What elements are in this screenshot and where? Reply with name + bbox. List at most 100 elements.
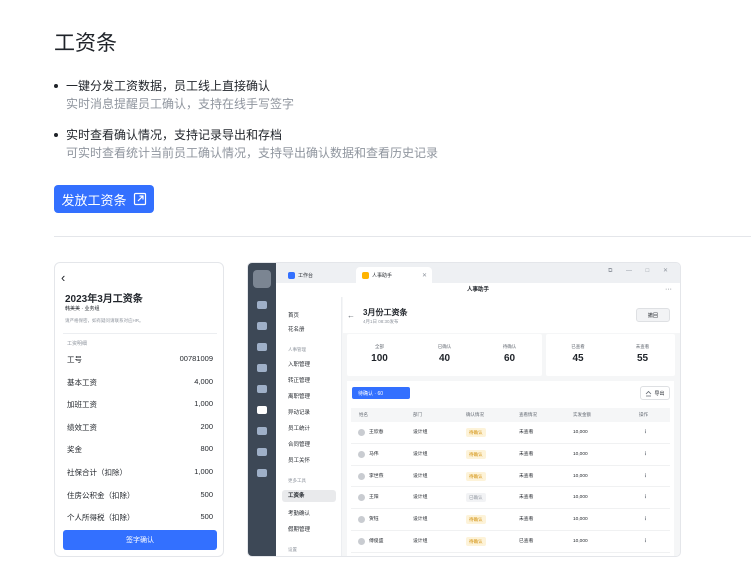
payslip-title: 2023年3月工资条 — [65, 294, 143, 305]
feature-list: 一键分发工资数据，员工线上直接确认 实时消息提醒员工确认，支持在线手写签字 实时… — [54, 78, 554, 176]
cell-amount: 10,000 — [573, 473, 588, 479]
org-chart-icon[interactable] — [257, 427, 267, 435]
issue-payslip-button[interactable]: 发放工资条 — [54, 185, 154, 213]
cell-amount: 10,000 — [573, 538, 588, 544]
stat-value: 45 — [572, 353, 584, 364]
more-vertical-icon[interactable]: ⋮ — [643, 509, 648, 531]
status-badge: 待确认 — [466, 471, 486, 481]
workspace-icon — [288, 271, 295, 279]
headset-icon[interactable] — [257, 343, 267, 351]
cell-view: 未查看 — [519, 517, 534, 523]
column-header: 确认情况 — [466, 412, 484, 417]
calendar-icon[interactable] — [257, 364, 267, 372]
table-row[interactable]: 傅俊盛 设计组 待确认 已查看 10,000 ⋮ — [351, 531, 670, 553]
cell-name: 马伟 — [369, 451, 379, 457]
recall-button[interactable]: 撤回 — [636, 308, 670, 322]
salary-value: 500 — [200, 489, 213, 499]
salary-value: 1,000 — [194, 466, 213, 476]
payslip-batch-title: 3月份工资条 — [363, 308, 408, 317]
salary-value: 00781009 — [179, 354, 213, 363]
salary-label: 基本工资 — [67, 377, 97, 387]
export-button[interactable]: 导出 — [640, 386, 670, 400]
avatar — [358, 429, 365, 436]
stat-pending: 待确认 60 — [477, 334, 542, 376]
salary-row: 加班工资 1,000 — [67, 399, 213, 422]
more-icon[interactable]: ··· — [665, 283, 672, 297]
salary-value: 1,000 — [194, 399, 213, 409]
stat-label: 待确认 — [502, 344, 517, 349]
tab-hr-assistant[interactable]: 人事助手 ✕ — [356, 267, 432, 283]
hr-nav: 首页 花名册 人事管理 入职管理 转正管理 离职管理 异动记录 员工统计 合同管… — [276, 297, 342, 556]
more-vertical-icon[interactable]: ⋮ — [643, 422, 648, 444]
nav-group-label: 设置 — [288, 547, 297, 552]
avatar[interactable] — [253, 270, 271, 288]
stat-label: 已查看 — [571, 344, 585, 349]
status-badge: 待确认 — [466, 515, 486, 525]
tab-label: 工作台 — [298, 272, 314, 279]
desktop-app-preview: 工作台 人事助手 ✕ ⧉ — □ ✕ 人事助手 ··· 首页 花名册 人事管理 … — [247, 262, 681, 557]
more-vertical-icon[interactable]: ⋮ — [643, 531, 648, 553]
page-title: 工资条 — [54, 32, 117, 55]
table-row[interactable]: 贺钰 设计组 待确认 未查看 10,000 ⋮ — [351, 509, 670, 531]
window-controls[interactable]: ⧉ — □ ✕ — [608, 267, 674, 275]
nav-item-roster[interactable]: 花名册 — [288, 325, 305, 333]
feature-description: 可实时查看统计当前员工确认情况，支持导出确认数据和查看历史记录 — [66, 146, 439, 160]
cell-dept: 设计组 — [413, 451, 428, 457]
salary-row: 绩效工资 200 — [67, 422, 213, 445]
settings-icon[interactable] — [257, 469, 267, 477]
column-header: 姓名 — [359, 412, 368, 417]
nav-item-care[interactable]: 员工关怀 — [288, 456, 310, 464]
apps-grid-icon[interactable] — [257, 406, 267, 414]
salary-row: 工号 00781009 — [67, 354, 213, 377]
stat-value: 55 — [636, 353, 649, 364]
cell-view: 未查看 — [519, 430, 534, 435]
nav-item-onboarding[interactable]: 入职管理 — [288, 360, 310, 368]
avatar — [358, 472, 365, 480]
arrow-left-icon[interactable]: ← — [347, 311, 355, 320]
divider — [63, 333, 217, 334]
more-vertical-icon[interactable]: ⋮ — [643, 466, 648, 488]
salary-label: 个人所得税（扣除） — [67, 513, 135, 523]
video-icon[interactable] — [257, 448, 267, 456]
cell-name: 王欣春 — [369, 430, 384, 435]
stat-label: 已确认 — [437, 344, 452, 349]
salary-label: 奖金 — [67, 445, 82, 455]
table-row[interactable]: 马伟 设计组 待确认 未查看 10,000 ⋮ — [351, 444, 670, 466]
salary-row: 基本工资 4,000 — [67, 377, 213, 400]
nav-item-attendance[interactable]: 考勤确认 — [288, 509, 310, 517]
sign-confirm-button[interactable]: 签字确认 — [63, 530, 217, 550]
mail-icon[interactable] — [257, 322, 267, 330]
nav-item-regularization[interactable]: 转正管理 — [288, 376, 310, 384]
section-divider — [54, 236, 751, 237]
nav-item-offboarding[interactable]: 离职管理 — [288, 392, 310, 400]
cell-amount: 10,000 — [573, 430, 588, 435]
tab-workspace[interactable]: 工作台 — [282, 267, 348, 283]
table-row[interactable]: 王欣春 设计组 待确认 未查看 10,000 ⋮ — [351, 422, 670, 444]
bullet-icon — [54, 133, 58, 137]
chevron-left-icon[interactable]: ‹ — [61, 270, 65, 285]
table-row[interactable]: 王阳 设计组 已确认 未查看 10,000 ⋮ — [351, 487, 670, 510]
feature-title: 实时查看确认情况，支持记录导出和存档 — [66, 128, 283, 142]
nav-item-home[interactable]: 首页 — [288, 311, 299, 319]
payslip-main: ← 3月份工资条 4月1日 08:30发布 撤回 全部 100 已确认 40 待… — [343, 297, 680, 556]
pending-filter-tab[interactable]: 待确认 · 60 — [352, 387, 410, 399]
salary-value: 800 — [200, 444, 213, 454]
stat-value: 100 — [371, 353, 388, 364]
status-badge: 已确认 — [466, 493, 486, 503]
table-row[interactable]: 李世燕 设计组 待确认 未查看 10,000 ⋮ — [351, 466, 670, 488]
nav-item-transfer[interactable]: 异动记录 — [288, 408, 310, 416]
nav-item-contracts[interactable]: 合同管理 — [288, 440, 310, 448]
more-vertical-icon[interactable]: ⋮ — [643, 444, 648, 466]
chat-icon[interactable] — [257, 301, 267, 309]
stat-unviewed: 未查看 55 — [610, 334, 675, 376]
external-link-icon — [133, 192, 146, 206]
more-vertical-icon[interactable]: ⋮ — [643, 487, 648, 509]
cell-dept: 设计组 — [413, 430, 428, 435]
docs-icon[interactable] — [257, 385, 267, 393]
nav-item-payslip[interactable]: 工资条 — [282, 490, 336, 502]
status-badge: 待确认 — [466, 449, 486, 459]
nav-item-leave[interactable]: 假期管理 — [288, 525, 310, 533]
close-icon[interactable]: ✕ — [422, 272, 427, 279]
feature-description: 实时消息提醒员工确认，支持在线手写签字 — [66, 97, 295, 111]
nav-item-stats[interactable]: 员工统计 — [288, 424, 310, 432]
